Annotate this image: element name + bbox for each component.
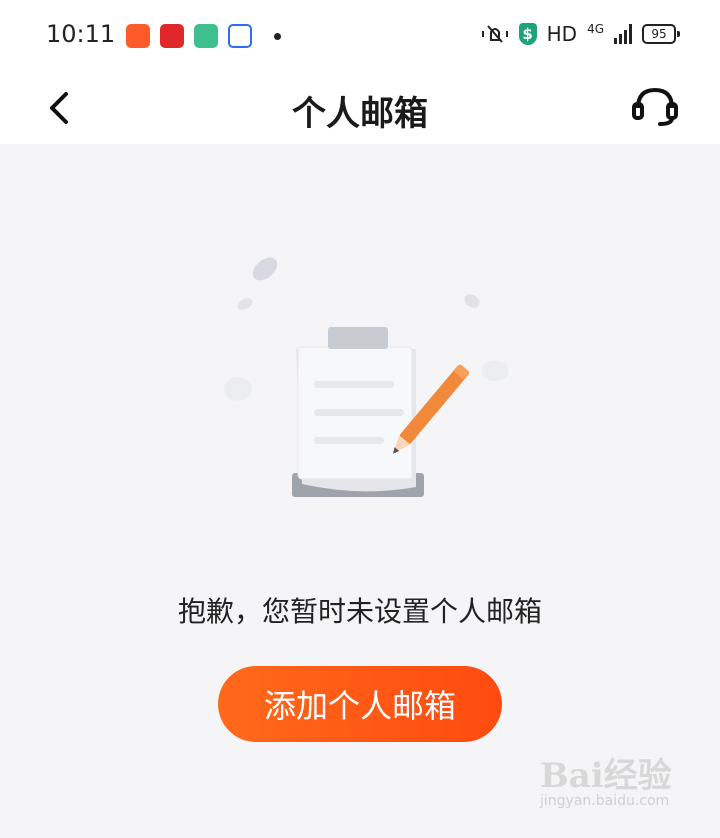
- network-type: 4G: [587, 22, 604, 36]
- customer-service-button[interactable]: [630, 80, 680, 132]
- baidu-jingyan-watermark: Bai经验 jingyan.baidu.com: [540, 748, 680, 809]
- navigation-bar: 个人邮箱: [0, 72, 720, 144]
- notification-icons: [126, 24, 281, 48]
- page-title: 个人邮箱: [292, 94, 428, 134]
- watermark-url: jingyan.baidu.com: [540, 793, 670, 809]
- security-shield-icon: $: [518, 23, 537, 45]
- add-personal-email-button[interactable]: 添加个人邮箱: [218, 666, 502, 742]
- mute-vibrate-icon: [481, 25, 508, 43]
- status-time: 10:11: [46, 20, 116, 48]
- watermark-brand: Bai经验: [540, 756, 672, 796]
- system-status: $ HD 4G 95: [481, 22, 680, 46]
- signal-icon: [614, 24, 632, 44]
- red-app-icon: [160, 24, 184, 48]
- green-app-icon: [194, 24, 218, 48]
- battery-level: 95: [651, 27, 667, 41]
- blue-app-icon: [228, 24, 252, 48]
- status-bar: 10:11 $ HD 4G 95: [0, 0, 720, 72]
- empty-state-message: 抱歉，您暂时未设置个人邮箱: [177, 595, 542, 628]
- empty-state-area: 抱歉，您暂时未设置个人邮箱 添加个人邮箱 Bai经验 jingyan.baidu…: [0, 144, 720, 838]
- kuaishou-app-icon: [126, 24, 150, 48]
- hd-indicator: HD: [546, 22, 578, 46]
- more-notifications-dot: [274, 32, 281, 40]
- battery-icon: 95: [642, 24, 680, 44]
- headset-icon: [632, 87, 678, 126]
- empty-clipboard-illustration: [210, 229, 530, 539]
- clipboard-pencil-icon: [224, 257, 509, 497]
